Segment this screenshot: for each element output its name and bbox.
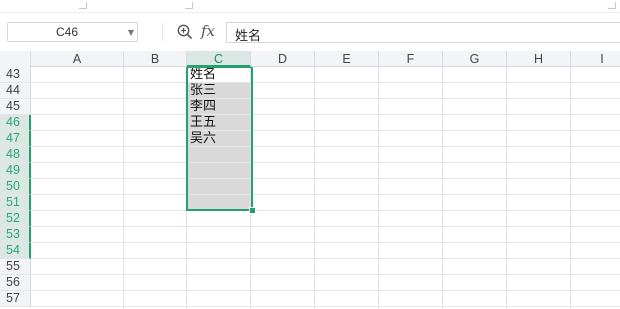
toolbar-corner-mark (79, 2, 87, 9)
toolbar-corner-mark (608, 2, 616, 9)
row-gridline (31, 258, 620, 259)
row-gridline (31, 130, 620, 131)
select-all-corner[interactable] (0, 51, 31, 67)
column-header-h[interactable]: H (507, 51, 571, 67)
name-box[interactable]: C46 ▼ (7, 22, 138, 42)
column-gridline (378, 67, 379, 309)
row-header-43[interactable]: 43 (0, 67, 31, 83)
toolbar-corner-mark (185, 2, 193, 9)
formula-input[interactable]: 姓名 (226, 22, 620, 44)
column-header-bar: ABCDEFGHI (0, 51, 620, 67)
row-gridline (31, 226, 620, 227)
column-gridline (314, 67, 315, 309)
row-header-51[interactable]: 51 (0, 195, 31, 211)
row-gridline (31, 306, 620, 307)
column-header-i[interactable]: I (571, 51, 620, 67)
row-gridline (31, 290, 620, 291)
row-gridline (31, 210, 620, 211)
row-header-52[interactable]: 52 (0, 211, 31, 227)
name-box-value: C46 (55, 25, 78, 39)
column-gridline (506, 67, 507, 309)
row-gridline (31, 98, 620, 99)
formula-content: 姓名 (235, 29, 262, 44)
fx-icon[interactable]: fx (201, 22, 215, 40)
column-header-f[interactable]: F (379, 51, 443, 67)
row-header-45[interactable]: 45 (0, 99, 31, 115)
toolbar-edge (0, 0, 620, 13)
row-gridline (31, 242, 620, 243)
row-header-49[interactable]: 49 (0, 163, 31, 179)
chevron-down-icon[interactable]: ▼ (128, 28, 134, 37)
row-header-54[interactable]: 54 (0, 243, 31, 259)
row-header-50[interactable]: 50 (0, 179, 31, 195)
column-gridline (123, 67, 124, 309)
row-gridline (31, 178, 620, 179)
row-header-46[interactable]: 46 (0, 115, 31, 131)
row-header-47[interactable]: 47 (0, 131, 31, 147)
row-gridline (31, 114, 620, 115)
row-header-48[interactable]: 48 (0, 147, 31, 163)
row-header-57[interactable]: 57 (0, 291, 31, 307)
column-header-c[interactable]: C (187, 51, 251, 67)
row-gridline (31, 146, 620, 147)
column-header-d[interactable]: D (251, 51, 315, 67)
row-gridline (31, 194, 620, 195)
formula-bar: C46 ▼ fx 姓名 (0, 13, 620, 52)
column-header-b[interactable]: B (124, 51, 187, 67)
row-header-44[interactable]: 44 (0, 83, 31, 99)
row-gridline (31, 82, 620, 83)
column-gridline (442, 67, 443, 309)
column-gridline (570, 67, 571, 309)
spreadsheet-grid: ABCDEFGHI 43 44 45 46 47 48 49 50 51 52 53 54 55 56 57… (0, 51, 620, 309)
row-gridline (31, 274, 620, 275)
fill-handle[interactable] (249, 207, 256, 214)
selection-border (186, 67, 253, 211)
cell-area[interactable]: 姓名 张三 李四 王五 吴六 (31, 67, 620, 309)
column-header-e[interactable]: E (315, 51, 379, 67)
row-header-53[interactable]: 53 (0, 227, 31, 243)
row-gridline (31, 162, 620, 163)
formula-bar-divider (162, 23, 163, 41)
row-header-56[interactable]: 56 (0, 275, 31, 291)
row-header-55[interactable]: 55 (0, 259, 31, 275)
column-header-a[interactable]: A (31, 51, 124, 67)
magnifier-plus-icon[interactable] (176, 23, 194, 41)
column-header-g[interactable]: G (443, 51, 507, 67)
